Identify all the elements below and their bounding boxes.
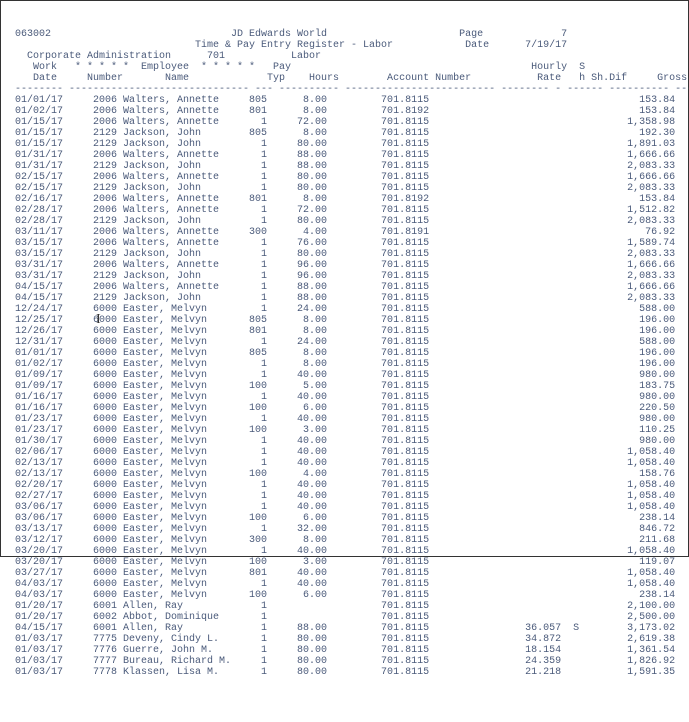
text-cursor-icon: I xyxy=(96,312,101,327)
report-body: 063002 JD Edwards World Page 7 Time & Pa… xyxy=(9,29,680,678)
